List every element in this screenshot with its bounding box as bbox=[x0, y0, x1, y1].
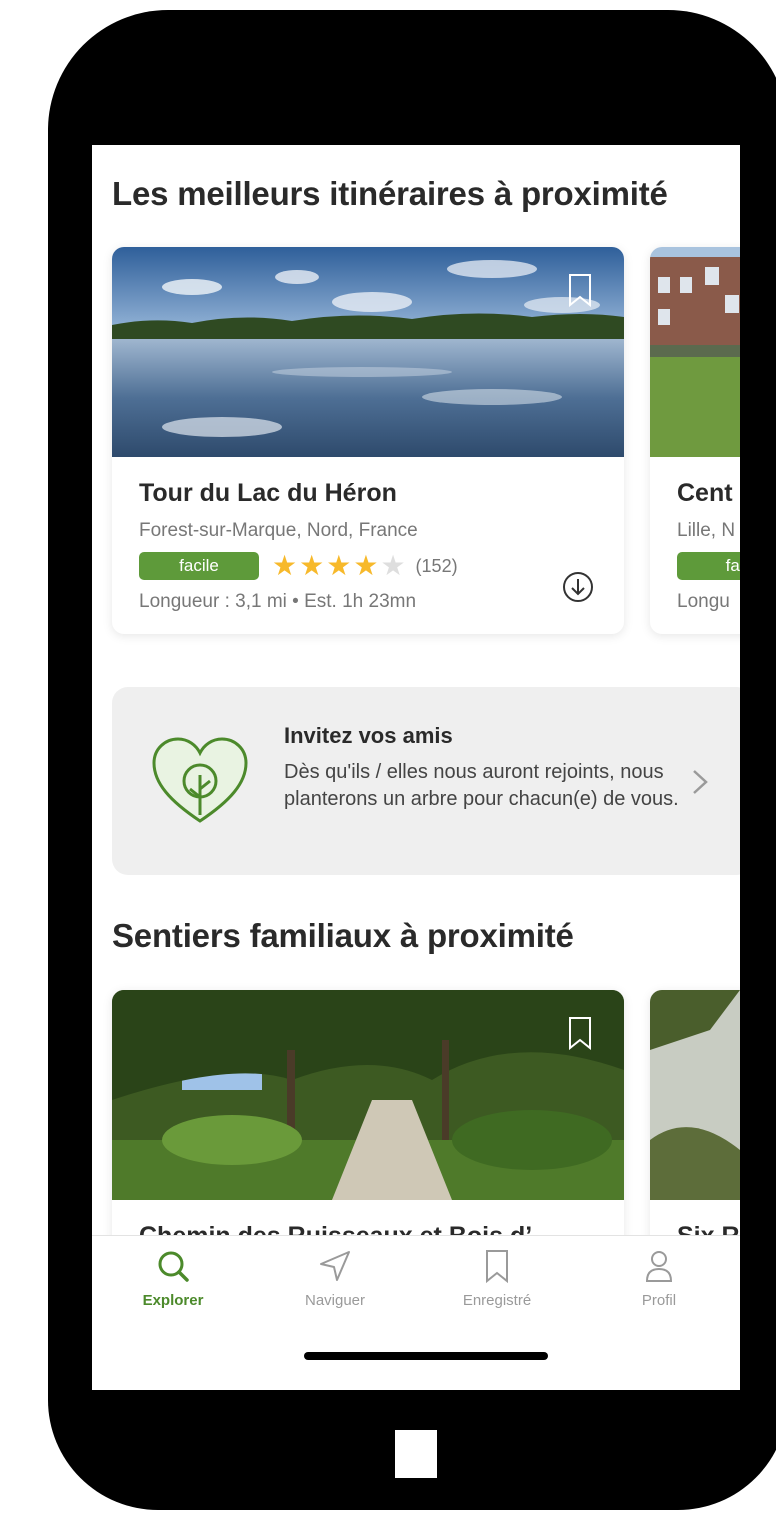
heart-tree-icon bbox=[152, 737, 248, 823]
section-title-top-trails: Les meilleurs itinéraires à proximité bbox=[112, 175, 668, 212]
difficulty-badge: fac bbox=[677, 552, 740, 580]
trail-title: Cent bbox=[677, 479, 733, 507]
tab-profil[interactable]: Profil bbox=[578, 1236, 740, 1316]
navigate-arrow-icon bbox=[320, 1251, 350, 1281]
tab-label: Enregistré bbox=[462, 1292, 532, 1309]
star-icon: ★ bbox=[272, 550, 298, 581]
home-indicator bbox=[304, 1352, 548, 1360]
review-count: (152) bbox=[415, 555, 458, 576]
difficulty-badge: facile bbox=[139, 552, 259, 580]
trail-photo bbox=[112, 990, 624, 1200]
invite-friends-banner[interactable]: Invitez vos amis Dès qu'ils / elles nous… bbox=[112, 687, 740, 875]
star-icon: ★ bbox=[353, 550, 379, 581]
bookmark-icon[interactable] bbox=[568, 1016, 592, 1050]
tab-explorer[interactable]: Explorer bbox=[92, 1236, 254, 1316]
rating-stars: ★ ★ ★ ★ ★ (152) bbox=[272, 552, 458, 580]
search-icon bbox=[158, 1251, 189, 1282]
tab-enregistre[interactable]: Enregistré bbox=[416, 1236, 578, 1316]
trail-photo bbox=[650, 247, 740, 457]
download-icon[interactable] bbox=[562, 571, 594, 603]
trail-location: Lille, N bbox=[677, 520, 736, 541]
trail-meta: Longu bbox=[677, 591, 730, 612]
trail-card[interactable]: Cent Lille, N fac Longu bbox=[650, 247, 740, 634]
trail-meta: Longueur : 3,1 mi • Est. 1h 23mn bbox=[139, 591, 417, 612]
invite-body: Dès qu'ils / elles nous auront rejoints,… bbox=[284, 761, 679, 810]
invite-title: Invitez vos amis bbox=[284, 723, 453, 748]
tab-label: Explorer bbox=[142, 1292, 204, 1309]
bookmark-icon[interactable] bbox=[568, 273, 592, 307]
trail-photo bbox=[112, 247, 624, 457]
home-button[interactable] bbox=[395, 1430, 437, 1478]
tab-label: Naviguer bbox=[304, 1292, 366, 1309]
tab-naviguer[interactable]: Naviguer bbox=[254, 1236, 416, 1316]
trail-title: Tour du Lac du Héron bbox=[139, 479, 397, 507]
bottom-tab-bar: Explorer Naviguer Enregistré Profil bbox=[92, 1235, 740, 1390]
star-icon: ★ bbox=[299, 550, 325, 581]
star-icon: ★ bbox=[326, 550, 352, 581]
trail-location: Forest-sur-Marque, Nord, France bbox=[139, 520, 418, 541]
star-icon: ★ bbox=[380, 550, 406, 581]
section-title-family-trails: Sentiers familiaux à proximité bbox=[112, 917, 574, 954]
bookmark-icon bbox=[486, 1250, 508, 1284]
profile-icon bbox=[645, 1251, 673, 1282]
tab-label: Profil bbox=[641, 1292, 677, 1309]
chevron-right-icon bbox=[693, 770, 708, 794]
trail-photo bbox=[650, 990, 740, 1200]
app-screen: Les meilleurs itinéraires à proximité To… bbox=[92, 145, 740, 1390]
trail-card[interactable]: Tour du Lac du Héron Forest-sur-Marque, … bbox=[112, 247, 624, 634]
